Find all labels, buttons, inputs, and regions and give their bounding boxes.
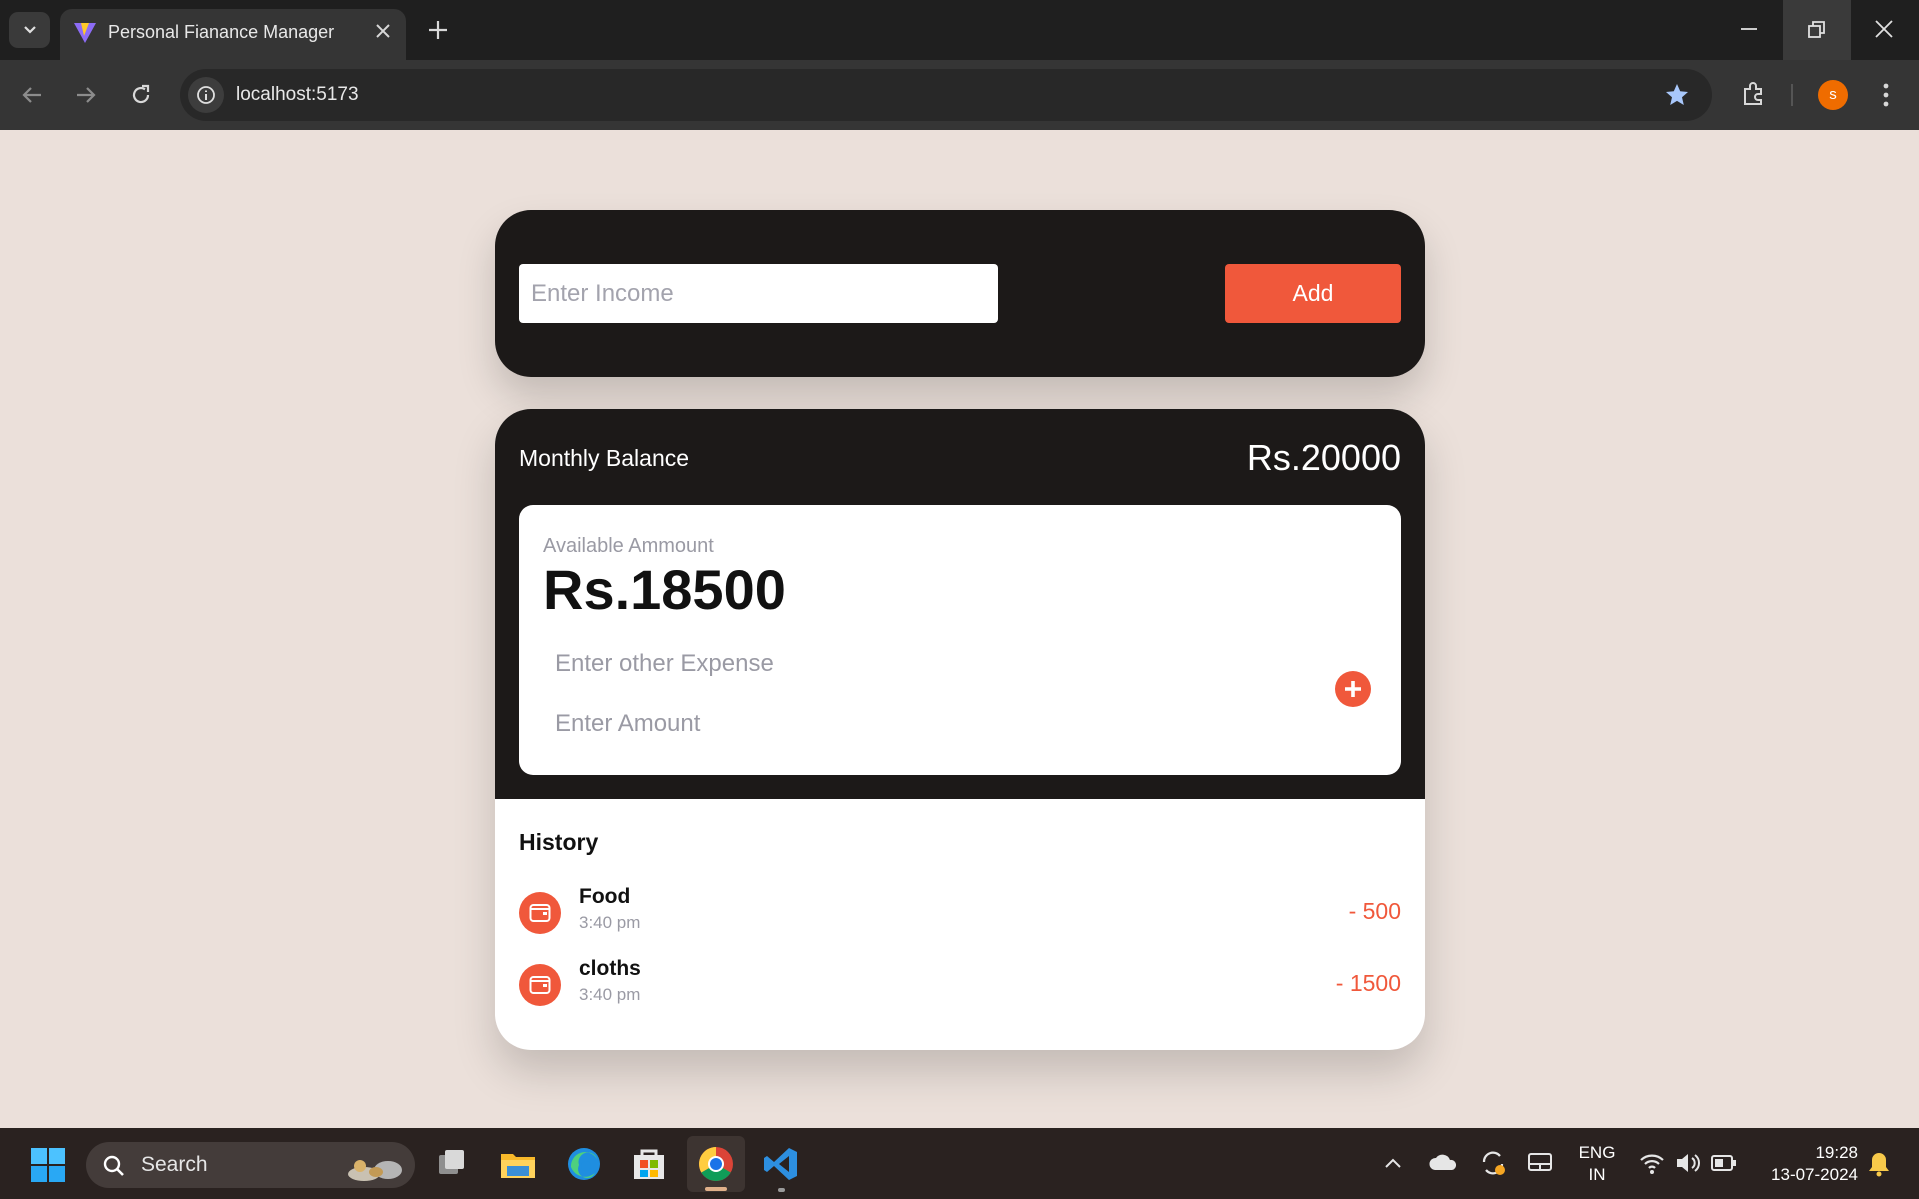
windows-start-icon[interactable] [30,1147,66,1183]
microsoft-store-icon[interactable] [630,1145,668,1183]
notification-bell-icon[interactable] [1866,1150,1892,1178]
onedrive-cloud-icon[interactable] [1428,1150,1458,1176]
history-item: Food 3:40 pm - 500 [519,885,1401,943]
clock-date: 13-07-2024 [1771,1165,1858,1184]
battery-icon[interactable] [1710,1152,1738,1174]
taskbar-search[interactable]: Search [86,1142,415,1188]
available-amount-panel: Available Ammount Rs.18500 [519,505,1401,775]
extensions-puzzle-icon[interactable] [1740,80,1768,108]
history-title: History [519,829,599,855]
history-item-name: Food [579,885,631,908]
available-amount-value: Rs.18500 [543,558,786,621]
tab-search-button[interactable] [9,12,50,48]
language-code: ENG [1578,1143,1616,1162]
more-menu-icon[interactable] [1876,81,1896,109]
history-item-name: cloths [579,957,641,980]
volume-icon[interactable] [1674,1150,1702,1176]
history-item-amount: - 1500 [1335,970,1401,996]
wallet-icon [519,892,561,934]
history-item-time: 3:40 pm [579,913,641,932]
add-income-button[interactable]: Add [1225,264,1401,323]
history-item-time: 3:40 pm [579,985,641,1004]
restore-button[interactable] [1783,0,1851,60]
region-code: IN [1588,1165,1606,1184]
chevron-up-icon[interactable] [1382,1152,1404,1174]
forward-icon[interactable] [74,84,98,106]
clock[interactable]: 19:28 13-07-2024 [1754,1142,1858,1186]
site-info-button[interactable] [188,77,224,113]
language-indicator[interactable]: ENG IN [1568,1142,1626,1186]
expense-name-input[interactable] [543,641,1267,687]
balance-header: Monthly Balance Rs.20000 Available Ammou… [495,409,1425,799]
monthly-balance-label: Monthly Balance [519,445,690,471]
url-text: localhost:5173 [236,84,359,105]
chevron-down-icon [24,26,36,34]
search-highlight-icon [348,1160,402,1181]
taskbar-chrome-active[interactable] [687,1136,745,1192]
reload-icon[interactable] [129,83,153,107]
browser-tab[interactable]: Personal Fianance Manager [60,9,406,60]
vscode-icon[interactable] [762,1145,800,1183]
monthly-balance-value: Rs.20000 [1246,437,1401,478]
plus-icon [1345,681,1361,697]
vite-favicon-icon [74,23,96,43]
profile-avatar[interactable]: s [1818,80,1848,110]
clock-time: 19:28 [1815,1143,1858,1162]
info-icon [197,86,215,104]
toolbar-divider [1791,84,1793,106]
search-icon [103,1155,124,1176]
chrome-icon [699,1147,733,1181]
close-window-icon[interactable] [1873,18,1895,40]
new-tab-icon[interactable] [427,19,449,41]
restore-icon [1808,21,1825,38]
open-app-indicator [778,1188,785,1192]
tab-title: Personal Fianance Manager [108,22,335,42]
history-item-amount: - 500 [1348,898,1401,924]
edge-icon[interactable] [565,1145,603,1183]
taskbar-search-label: Search [141,1153,208,1176]
add-expense-button[interactable] [1335,671,1371,707]
active-app-indicator [705,1187,727,1191]
history-item: cloths 3:40 pm - 1500 [519,957,1401,1015]
display-icon[interactable] [1526,1150,1554,1176]
file-explorer-icon[interactable] [499,1146,537,1182]
sync-update-icon[interactable] [1478,1148,1508,1178]
income-card: Add [495,210,1425,377]
close-tab-icon[interactable] [373,21,393,41]
expense-amount-input[interactable] [543,701,1267,747]
balance-card: Monthly Balance Rs.20000 Available Ammou… [495,409,1425,1050]
browser-toolbar: localhost:5173 s [0,60,1919,130]
task-view-icon[interactable] [434,1146,470,1182]
address-bar[interactable]: localhost:5173 [180,69,1712,121]
wifi-icon[interactable] [1638,1150,1666,1176]
browser-tab-strip: Personal Fianance Manager [0,0,1919,60]
bookmark-star-icon[interactable] [1664,82,1690,108]
taskbar: Search ENG IN 19:28 13-07-2024 [0,1128,1919,1199]
available-amount-label: Available Ammount [543,535,714,557]
income-input[interactable] [519,264,998,323]
back-icon[interactable] [20,84,44,106]
minimize-icon[interactable] [1738,18,1760,40]
wallet-icon [519,964,561,1006]
